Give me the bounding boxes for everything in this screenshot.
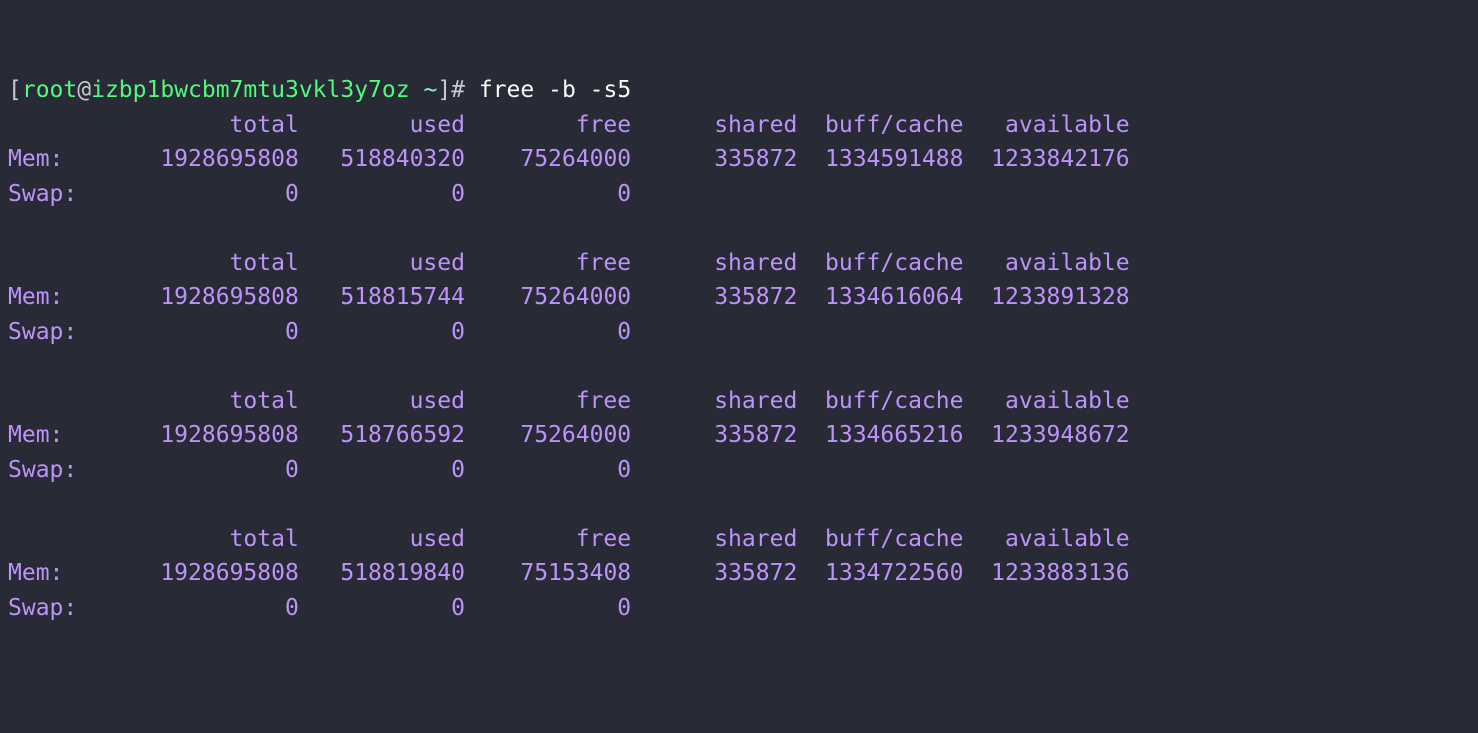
column-header-row: total used free shared buff/cache availa…	[8, 246, 1470, 281]
column-headers: total used free shared buff/cache availa…	[8, 526, 1130, 552]
prompt-bracket-close: ]#	[437, 77, 479, 103]
mem-label: Mem:	[8, 422, 91, 448]
column-headers: total used free shared buff/cache availa…	[8, 112, 1130, 138]
prompt-at: @	[77, 77, 91, 103]
prompt-host: izbp1bwcbm7mtu3vkl3y7oz	[91, 77, 410, 103]
mem-label: Mem:	[8, 560, 91, 586]
swap-label: Swap:	[8, 181, 91, 207]
blank-line	[8, 211, 1470, 246]
mem-values: 1928695808 518766592 75264000 335872 133…	[91, 422, 1130, 448]
swap-row: Swap: 0 0 0	[8, 591, 1470, 626]
blank-line	[8, 349, 1470, 384]
mem-values: 1928695808 518840320 75264000 335872 133…	[91, 146, 1130, 172]
swap-values: 0 0 0	[91, 595, 631, 621]
prompt-line[interactable]: [root@izbp1bwcbm7mtu3vkl3y7oz ~]# free -…	[8, 73, 1470, 108]
mem-row: Mem: 1928695808 518819840 75153408 33587…	[8, 556, 1470, 591]
column-header-row: total used free shared buff/cache availa…	[8, 522, 1470, 557]
mem-row: Mem: 1928695808 518766592 75264000 33587…	[8, 418, 1470, 453]
mem-row: Mem: 1928695808 518840320 75264000 33587…	[8, 142, 1470, 177]
mem-label: Mem:	[8, 146, 91, 172]
command-text: free -b -s5	[479, 77, 631, 103]
mem-values: 1928695808 518815744 75264000 335872 133…	[91, 284, 1130, 310]
mem-values: 1928695808 518819840 75153408 335872 133…	[91, 560, 1130, 586]
prompt-bracket-open: [	[8, 77, 22, 103]
terminal-output: [root@izbp1bwcbm7mtu3vkl3y7oz ~]# free -…	[8, 73, 1470, 625]
swap-label: Swap:	[8, 319, 91, 345]
prompt-path: ~	[410, 77, 438, 103]
swap-values: 0 0 0	[91, 457, 631, 483]
mem-row: Mem: 1928695808 518815744 75264000 33587…	[8, 280, 1470, 315]
column-headers: total used free shared buff/cache availa…	[8, 250, 1130, 276]
column-headers: total used free shared buff/cache availa…	[8, 388, 1130, 414]
swap-values: 0 0 0	[91, 181, 631, 207]
swap-row: Swap: 0 0 0	[8, 177, 1470, 212]
prompt-user: root	[22, 77, 77, 103]
column-header-row: total used free shared buff/cache availa…	[8, 384, 1470, 419]
mem-label: Mem:	[8, 284, 91, 310]
swap-row: Swap: 0 0 0	[8, 315, 1470, 350]
swap-label: Swap:	[8, 595, 91, 621]
blank-line	[8, 487, 1470, 522]
swap-row: Swap: 0 0 0	[8, 453, 1470, 488]
column-header-row: total used free shared buff/cache availa…	[8, 108, 1470, 143]
swap-label: Swap:	[8, 457, 91, 483]
swap-values: 0 0 0	[91, 319, 631, 345]
